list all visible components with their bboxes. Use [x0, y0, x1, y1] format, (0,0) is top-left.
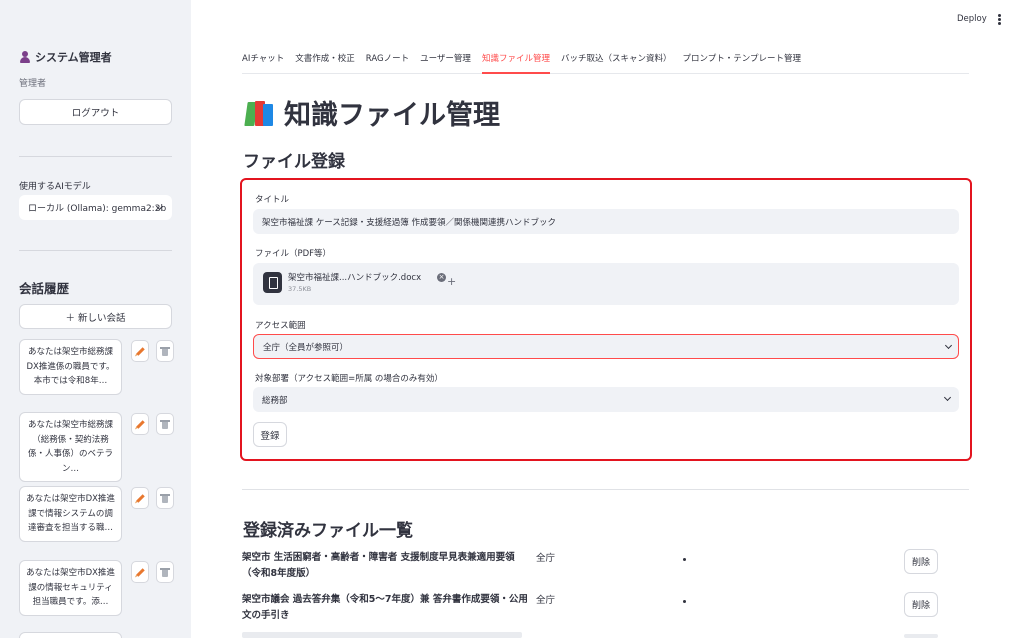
pencil-icon — [135, 346, 145, 356]
file-label: ファイル（PDF等） — [255, 249, 332, 259]
delete-file-button[interactable] — [904, 634, 938, 638]
uploaded-file: 架空市福祉課...ハンドブック.docx 37.5KB × — [263, 271, 446, 293]
scope-select[interactable]: 全庁（全員が参照可） — [253, 334, 959, 359]
user-icon — [19, 51, 31, 63]
delete-conversation-button[interactable] — [156, 413, 174, 435]
model-select-value: ローカル (Ollama): gemma2:2b — [28, 204, 167, 214]
bullet-icon — [683, 558, 686, 561]
user-role: 管理者 — [19, 79, 47, 89]
edit-button[interactable] — [131, 413, 149, 435]
pencil-icon — [135, 567, 145, 577]
dept-label: 対象部署（アクセス範囲=所属 の場合のみ有効） — [255, 374, 443, 384]
trash-icon — [160, 493, 170, 503]
new-chat-button[interactable]: ＋ 新しい会話 — [19, 304, 172, 329]
delete-file-button[interactable]: 削除 — [904, 592, 938, 617]
user-name: システム管理者 — [35, 51, 112, 64]
delete-conversation-button[interactable] — [156, 561, 174, 583]
file-register-form: タイトル 架空市福祉課 ケース記録・支援経過簿 作成要領／関係機関連携ハンドブッ… — [240, 178, 972, 461]
file-uploader[interactable]: 架空市福祉課...ハンドブック.docx 37.5KB × + — [253, 263, 959, 305]
file-row-title: 架空市 生活困窮者・高齢者・障害者 支援制度早見表兼適用要領（令和8年度版） — [242, 552, 515, 579]
page-title-text: 知識ファイル管理 — [284, 100, 500, 131]
title-label: タイトル — [255, 195, 290, 205]
section-divider — [242, 489, 969, 490]
delete-conversation-button[interactable] — [156, 340, 174, 362]
tab-bar: AIチャット 文書作成・校正 RAGノート ユーザー管理 知識ファイル管理 バッ… — [242, 53, 969, 74]
tab-knowledge-files[interactable]: 知識ファイル管理 — [481, 53, 550, 74]
conversation-item[interactable]: あなたは架空市総務課DX推進係の職員です。本市では令和8年… — [19, 339, 122, 395]
tab-rag-note[interactable]: RAGノート — [366, 53, 409, 74]
books-icon — [244, 99, 275, 127]
trash-icon — [160, 567, 170, 577]
sidebar-divider — [19, 156, 172, 157]
remove-file-icon[interactable]: × — [437, 273, 446, 282]
file-row-title — [242, 632, 522, 638]
sidebar: システム管理者 管理者 ログアウト 使用するAIモデル ローカル (Ollama… — [0, 0, 191, 638]
conversation-item[interactable]: あなたは架空市DX推進課で情報システムの調達審査を担当する職… — [19, 486, 122, 542]
file-icon — [263, 271, 282, 293]
tab-ai-chat[interactable]: AIチャット — [242, 53, 284, 74]
registered-files-heading: 登録済みファイル一覧 — [243, 521, 413, 541]
file-row-title: 架空市議会 過去答弁集（令和5〜7年度）兼 答弁書作成要領・公用文の手引き — [242, 594, 528, 621]
dept-select[interactable]: 総務部 — [253, 387, 959, 412]
delete-conversation-button[interactable] — [156, 487, 174, 509]
tab-batch-import[interactable]: バッチ取込（スキャン資料） — [561, 53, 672, 74]
dept-select-value: 総務部 — [262, 395, 288, 406]
file-row-scope: 全庁 — [536, 553, 556, 564]
trash-icon — [160, 419, 170, 429]
chevron-down-icon — [943, 393, 952, 402]
model-select[interactable]: ローカル (Ollama): gemma2:2b — [19, 195, 172, 220]
user-info: システム管理者 — [19, 49, 112, 65]
logout-button[interactable]: ログアウト — [19, 99, 172, 125]
edit-button[interactable] — [131, 561, 149, 583]
register-button[interactable]: 登録 — [253, 422, 287, 447]
chevron-down-icon — [944, 341, 953, 350]
file-register-heading: ファイル登録 — [243, 152, 345, 172]
file-size: 37.5KB — [288, 285, 312, 293]
pencil-icon — [135, 419, 145, 429]
tab-user-management[interactable]: ユーザー管理 — [420, 53, 471, 74]
scope-label: アクセス範囲 — [255, 321, 306, 331]
conversation-item[interactable] — [19, 632, 122, 638]
sidebar-divider — [19, 250, 172, 251]
title-input[interactable]: 架空市福祉課 ケース記録・支援経過簿 作成要領／関係機関連携ハンドブック — [253, 209, 959, 234]
app-window: システム管理者 管理者 ログアウト 使用するAIモデル ローカル (Ollama… — [0, 0, 1020, 638]
bullet-icon — [683, 600, 686, 603]
file-row-scope: 全庁 — [536, 595, 556, 606]
delete-file-button[interactable]: 削除 — [904, 549, 938, 574]
deploy-button[interactable]: Deploy — [957, 14, 987, 24]
conversation-item[interactable]: あなたは架空市DX推進課の情報セキュリティ担当職員です。添… — [19, 560, 122, 616]
tab-document[interactable]: 文書作成・校正 — [295, 53, 355, 74]
file-name: 架空市福祉課...ハンドブック.docx — [288, 273, 422, 283]
history-title: 会話履歴 — [19, 281, 70, 296]
conversation-item[interactable]: あなたは架空市総務課（総務係・契約法務係・人事係）のベテラン… — [19, 412, 122, 482]
scope-select-value: 全庁（全員が参照可） — [263, 342, 349, 353]
add-file-icon[interactable]: + — [447, 275, 456, 288]
more-menu-icon[interactable] — [997, 14, 1001, 25]
model-select-label: 使用するAIモデル — [19, 182, 91, 192]
trash-icon — [160, 346, 170, 356]
edit-button[interactable] — [131, 487, 149, 509]
page-title: 知識ファイル管理 — [244, 93, 500, 132]
edit-button[interactable] — [131, 340, 149, 362]
pencil-icon — [135, 493, 145, 503]
tab-prompt-templates[interactable]: プロンプト・テンプレート管理 — [682, 53, 801, 74]
